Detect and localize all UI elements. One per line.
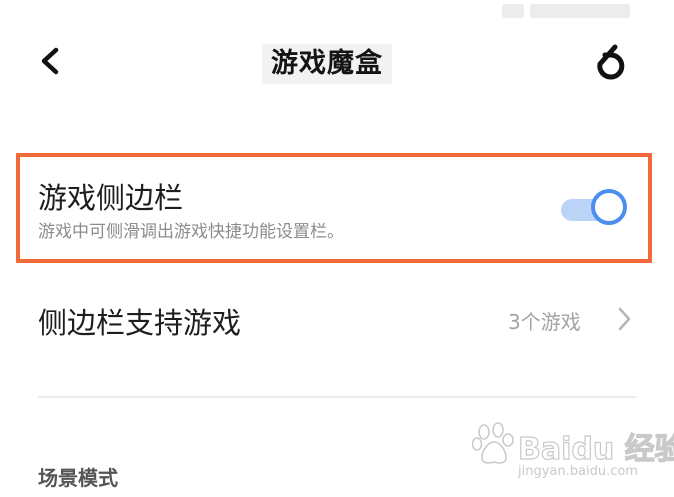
brand-button[interactable] [588,40,634,86]
supported-games-label: 侧边栏支持游戏 [38,306,242,340]
game-sidebar-description: 游戏中可侧滑调出游戏快捷功能设置栏。 [38,222,344,242]
watermark-top-logo [502,0,632,20]
supported-games-count: 3个游戏 [508,310,581,334]
scene-mode-section-title: 场景模式 [38,466,118,490]
game-sidebar-toggle[interactable] [557,187,637,231]
chevron-left-icon [41,47,59,75]
toggle-knob [591,189,627,225]
watermark-url: jingyan.baidu.com [518,464,638,479]
chevron-right-icon [614,304,634,334]
page-title: 游戏魔盒 [262,44,392,84]
watermark-text: Baidu 经验 [517,431,674,467]
brand-six-icon [597,44,625,80]
baidu-watermark: Baidu 经验 jingyan.baidu.com [470,420,674,492]
section-divider [38,396,636,398]
back-button[interactable] [34,42,70,80]
paw-icon [472,422,514,464]
app-header: 游戏魔盒 [0,0,674,120]
supported-games-row[interactable]: 侧边栏支持游戏 3个游戏 [0,284,674,356]
game-sidebar-label: 游戏侧边栏 [38,181,184,215]
game-sidebar-row[interactable]: 游戏侧边栏 游戏中可侧滑调出游戏快捷功能设置栏。 [20,157,648,259]
